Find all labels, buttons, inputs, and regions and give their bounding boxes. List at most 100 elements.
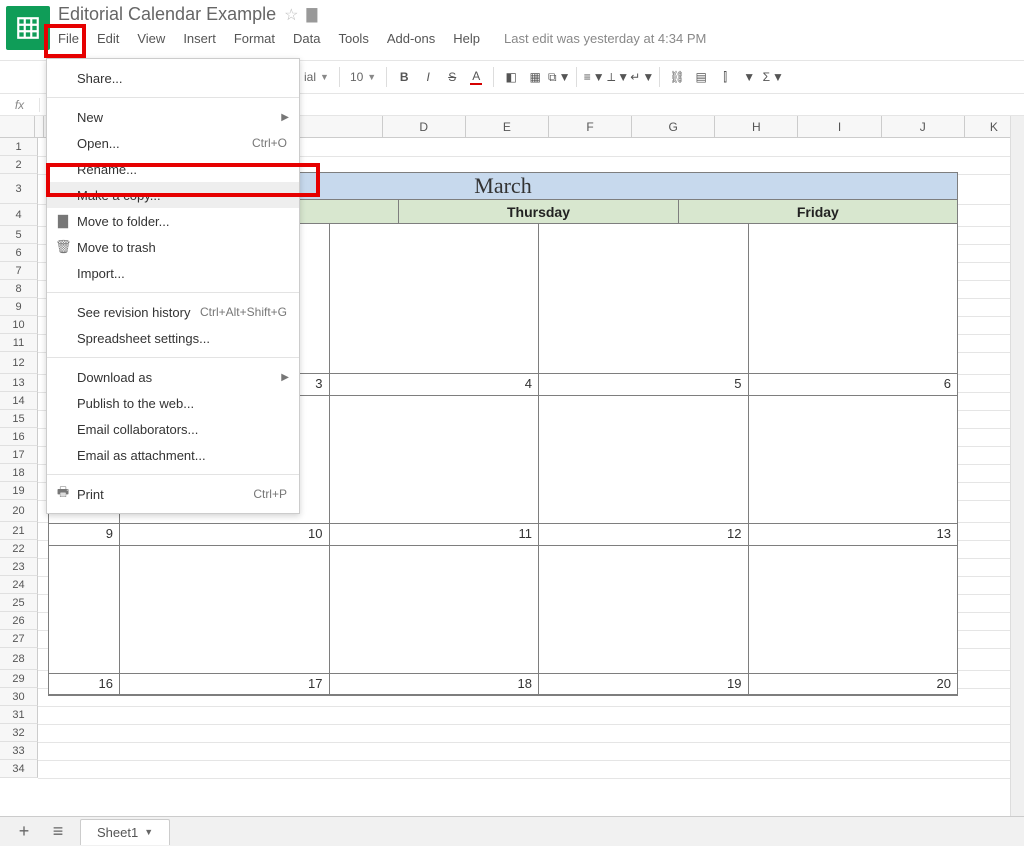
menu-view[interactable]: View [137,31,165,46]
menu-addons[interactable]: Add-ons [387,31,435,46]
last-edit-text[interactable]: Last edit was yesterday at 4:34 PM [504,31,706,46]
menu-share[interactable]: Share... [47,65,299,91]
calendar-day-cell[interactable] [330,396,540,524]
font-family-select[interactable]: ial▼ [300,70,333,84]
borders-button[interactable]: ▦ [524,66,546,88]
menu-import[interactable]: Import... [47,260,299,286]
menu-edit[interactable]: Edit [97,31,119,46]
col-header[interactable]: D [383,116,466,137]
row-header[interactable]: 30 [0,688,38,706]
menu-help[interactable]: Help [453,31,480,46]
calendar-day-cell[interactable] [330,546,540,674]
merge-button[interactable]: ⧉▼ [548,66,570,88]
row-header[interactable]: 9 [0,298,38,316]
row-header[interactable]: 15 [0,410,38,428]
row-header[interactable]: 28 [0,648,38,670]
font-size-select[interactable]: 10▼ [346,70,380,84]
all-sheets-button[interactable]: ≡ [46,820,70,844]
row-header[interactable]: 2 [0,156,38,174]
row-header[interactable]: 32 [0,724,38,742]
row-header[interactable]: 6 [0,244,38,262]
sheet-tab[interactable]: Sheet1 ▼ [80,819,170,845]
row-header[interactable]: 14 [0,392,38,410]
row-header[interactable]: 11 [0,334,38,352]
row-header[interactable]: 31 [0,706,38,724]
filter-button[interactable]: ▼ [738,66,760,88]
row-header[interactable]: 10 [0,316,38,334]
row-header[interactable]: 1 [0,138,38,156]
calendar-day-cell[interactable] [539,396,749,524]
strikethrough-button[interactable]: S [441,66,463,88]
add-sheet-button[interactable]: + [12,820,36,844]
row-header[interactable]: 20 [0,500,38,522]
calendar-day-cell[interactable] [120,546,330,674]
menu-email-attachment[interactable]: Email as attachment... [47,442,299,468]
menu-data[interactable]: Data [293,31,320,46]
bold-button[interactable]: B [393,66,415,88]
menu-new[interactable]: New▶ [47,104,299,130]
fill-color-button[interactable]: ◧ [500,66,522,88]
vertical-scrollbar[interactable] [1010,116,1024,816]
star-icon[interactable]: ☆ [284,5,298,25]
calendar-day-cell[interactable] [539,546,749,674]
row-header[interactable]: 8 [0,280,38,298]
col-header[interactable]: G [632,116,715,137]
chart-button[interactable]: ⫿ [714,66,736,88]
calendar-day-cell[interactable] [539,224,749,374]
row-header[interactable]: 17 [0,446,38,464]
menu-print[interactable]: 🖶PrintCtrl+P [47,481,299,507]
row-header[interactable]: 7 [0,262,38,280]
text-color-button[interactable]: A [465,66,487,88]
row-header[interactable]: 4 [0,204,38,226]
col-header[interactable]: J [882,116,965,137]
calendar-day-cell[interactable] [48,546,120,674]
menu-format[interactable]: Format [234,31,275,46]
menu-publish-web[interactable]: Publish to the web... [47,390,299,416]
italic-button[interactable]: I [417,66,439,88]
functions-button[interactable]: Σ▼ [762,66,784,88]
menu-file[interactable]: File [58,31,79,46]
menu-make-a-copy[interactable]: Make a copy... [47,182,299,208]
row-header[interactable]: 33 [0,742,38,760]
calendar-day-cell[interactable] [749,546,959,674]
row-header[interactable]: 3 [0,174,38,204]
row-header[interactable]: 16 [0,428,38,446]
menu-move-to-trash[interactable]: 🗑Move to trash [47,234,299,260]
col-header[interactable]: I [798,116,881,137]
menu-move-to-folder[interactable]: ▇Move to folder... [47,208,299,234]
row-header[interactable]: 22 [0,540,38,558]
menu-email-collaborators[interactable]: Email collaborators... [47,416,299,442]
h-align-button[interactable]: ≡▼ [583,66,605,88]
row-header[interactable]: 26 [0,612,38,630]
col-header[interactable]: E [466,116,549,137]
col-header[interactable] [35,116,44,137]
row-header[interactable]: 5 [0,226,38,244]
link-button[interactable]: ⛓ [666,66,688,88]
row-header[interactable]: 23 [0,558,38,576]
menu-download-as[interactable]: Download as▶ [47,364,299,390]
menu-revision-history[interactable]: See revision historyCtrl+Alt+Shift+G [47,299,299,325]
sheets-app-icon[interactable] [6,6,50,50]
row-header[interactable]: 25 [0,594,38,612]
menu-spreadsheet-settings[interactable]: Spreadsheet settings... [47,325,299,351]
row-header[interactable]: 27 [0,630,38,648]
row-header[interactable]: 24 [0,576,38,594]
document-title[interactable]: Editorial Calendar Example [58,4,276,25]
row-header[interactable]: 13 [0,374,38,392]
calendar-day-cell[interactable] [330,224,540,374]
row-header[interactable]: 34 [0,760,38,778]
menu-insert[interactable]: Insert [183,31,216,46]
row-header[interactable]: 19 [0,482,38,500]
calendar-day-cell[interactable] [749,224,959,374]
row-header[interactable]: 18 [0,464,38,482]
row-header[interactable]: 21 [0,522,38,540]
folder-icon[interactable]: ▇ [306,6,317,23]
col-header[interactable]: H [715,116,798,137]
menu-tools[interactable]: Tools [338,31,368,46]
row-header[interactable]: 29 [0,670,38,688]
col-header[interactable]: F [549,116,632,137]
wrap-button[interactable]: ↵▼ [631,66,653,88]
comment-button[interactable]: ▤ [690,66,712,88]
v-align-button[interactable]: ⟂▼ [607,66,629,88]
menu-open[interactable]: Open...Ctrl+O [47,130,299,156]
